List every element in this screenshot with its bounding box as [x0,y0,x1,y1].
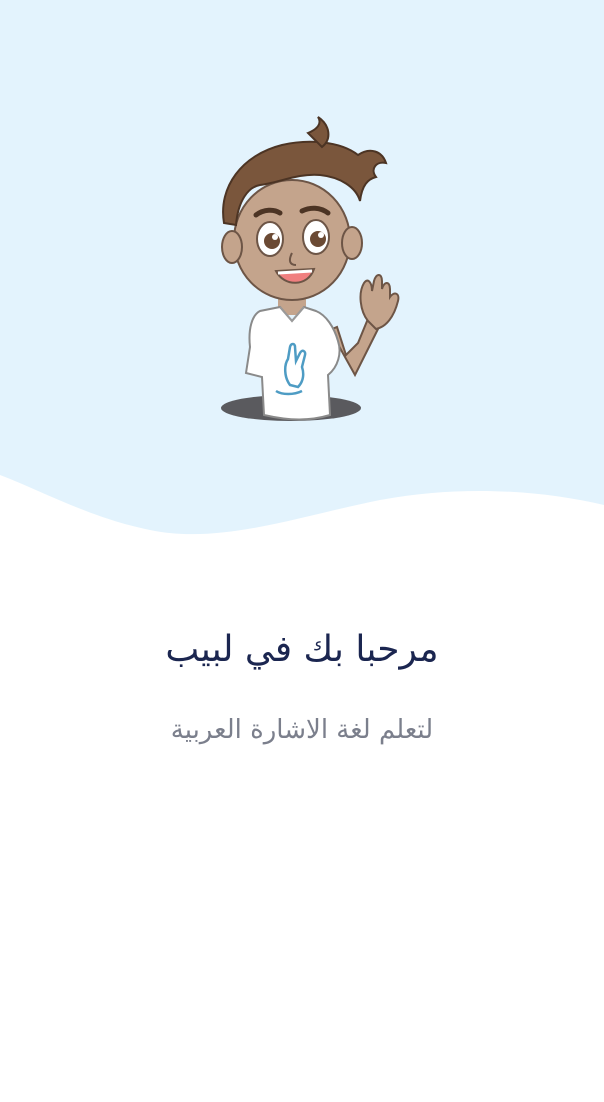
waving-boy-mascot-icon [221,116,400,421]
welcome-screen: مرحبا بك في لبيب لتعلم لغة الاشارة العرب… [0,0,604,1102]
welcome-title: مرحبا بك في لبيب [165,629,439,670]
welcome-subtitle: لتعلم لغة الاشارة العربية [170,715,434,745]
